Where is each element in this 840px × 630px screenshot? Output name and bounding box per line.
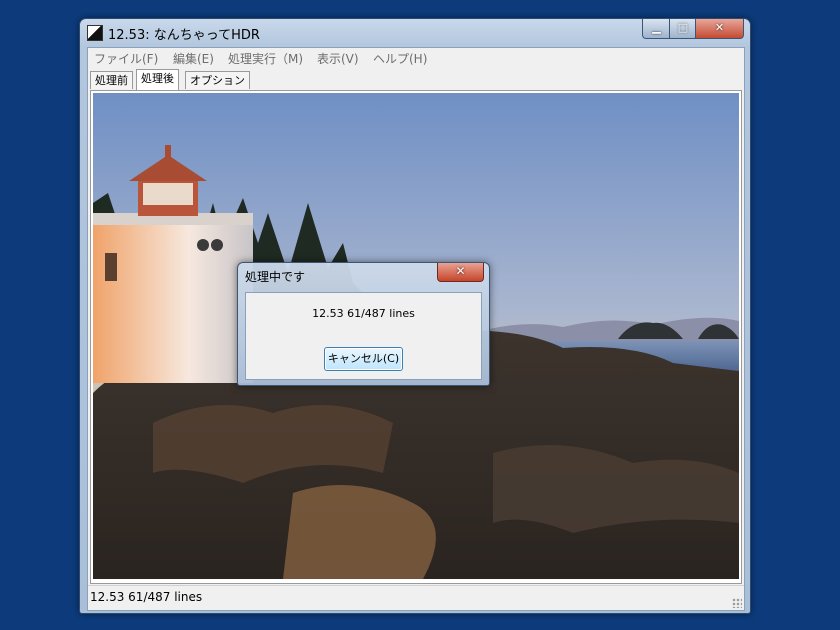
minimize-button[interactable]: ▁ (642, 19, 671, 39)
progress-dialog: 処理中です ✕ 12.53 61/487 lines キャンセル(C) (237, 262, 490, 386)
close-button[interactable]: ✕ (695, 19, 744, 39)
dialog-message: 12.53 61/487 lines (312, 307, 415, 320)
close-icon: ✕ (455, 264, 466, 278)
cancel-button[interactable]: キャンセル(C) (324, 347, 403, 371)
maximize-icon: □ (677, 21, 689, 34)
title-bar[interactable]: 12.53: なんちゃってHDR ▁ □ ✕ (80, 19, 750, 47)
maximize-button[interactable]: □ (669, 19, 697, 39)
tab-options[interactable]: オプション (185, 71, 250, 89)
window-title: 12.53: なんちゃってHDR (108, 28, 260, 43)
menu-file[interactable]: ファイル(F) (94, 50, 158, 67)
menu-help[interactable]: ヘルプ(H) (373, 50, 427, 67)
dialog-close-button[interactable]: ✕ (437, 263, 484, 282)
tab-before[interactable]: 処理前 (90, 71, 133, 89)
resize-grip-icon[interactable] (732, 598, 742, 608)
tab-after[interactable]: 処理後 (136, 69, 179, 90)
menu-view[interactable]: 表示(V) (317, 50, 359, 67)
status-text: 12.53 61/487 lines (90, 590, 203, 604)
menu-process[interactable]: 処理実行（M) (228, 50, 303, 67)
close-icon: ✕ (714, 21, 725, 34)
tab-strip: 処理前 処理後 オプション (88, 69, 744, 91)
menu-edit[interactable]: 編集(E) (173, 50, 214, 67)
minimize-icon: ▁ (652, 21, 661, 34)
dialog-body: 12.53 61/487 lines キャンセル(C) (245, 292, 482, 380)
menu-bar: ファイル(F) 編集(E) 処理実行（M) 表示(V) ヘルプ(H) (88, 48, 744, 68)
dialog-title: 処理中です (245, 270, 306, 284)
status-bar: 12.53 61/487 lines (88, 585, 744, 610)
app-icon[interactable] (87, 25, 103, 41)
